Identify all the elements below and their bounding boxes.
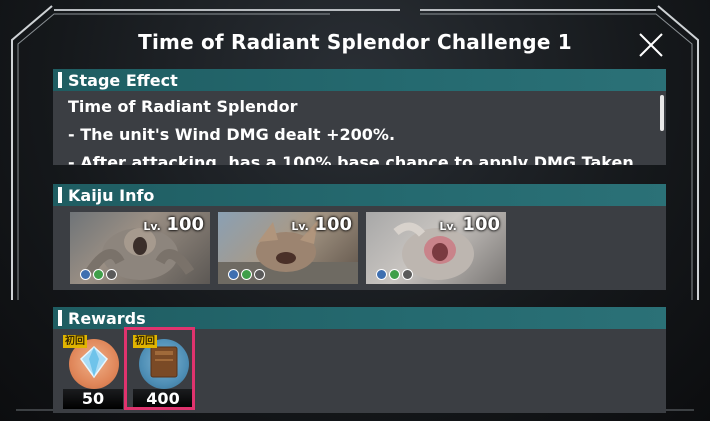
trait-icon (80, 269, 91, 280)
trait-icons (376, 269, 413, 280)
trait-icon (402, 269, 413, 280)
close-button[interactable] (636, 30, 666, 60)
kaiju-info-heading: Kaiju Info (68, 185, 155, 205)
trait-icon (389, 269, 400, 280)
effect-line: - After attacking, has a 100% base chanc… (68, 153, 634, 165)
stage-effect-section: Stage Effect Time of Radiant Splendor - … (53, 69, 666, 165)
trait-icon (376, 269, 387, 280)
stage-effect-heading: Stage Effect (68, 70, 178, 90)
trait-icon (241, 269, 252, 280)
trait-icons (80, 269, 117, 280)
scrollbar-thumb[interactable] (660, 95, 664, 131)
kaiju-level: Lv. 100 (439, 214, 500, 235)
header-bar-marker (58, 310, 62, 326)
trait-icon (228, 269, 239, 280)
header-bar-marker (58, 187, 62, 203)
kaiju-level: Lv. 100 (291, 214, 352, 235)
close-icon (639, 33, 663, 57)
dialog-title: Time of Radiant Splendor Challenge 1 (138, 30, 572, 54)
trait-icon (106, 269, 117, 280)
stage-effect-text-area[interactable]: Time of Radiant Splendor - The unit's Wi… (53, 91, 666, 165)
kaiju-info-section: Kaiju Info Lv. 100 Lv. 100 Lv. 100 (53, 184, 666, 290)
rewards-header: Rewards (53, 307, 666, 329)
effect-line: - The unit's Wind DMG dealt +200%. (68, 125, 396, 144)
book-icon (150, 346, 178, 378)
kaiju-list: Lv. 100 Lv. 100 Lv. 100 (53, 206, 666, 290)
stage-effect-header: Stage Effect (53, 69, 666, 91)
reward-count: 50 (63, 389, 123, 409)
trait-icon (93, 269, 104, 280)
kaiju-info-header: Kaiju Info (53, 184, 666, 206)
first-clear-tag: 初回 (133, 335, 157, 348)
kaiju-card[interactable]: Lv. 100 (218, 212, 358, 284)
kaiju-card[interactable]: Lv. 100 (366, 212, 506, 284)
first-clear-tag: 初回 (63, 335, 87, 348)
rewards-list: 初回 50 初回 400 (53, 329, 666, 413)
reward-item[interactable]: 初回 400 (133, 335, 193, 409)
rewards-heading: Rewards (68, 308, 146, 328)
trait-icon (254, 269, 265, 280)
rewards-section: Rewards 初回 50 初回 400 (53, 307, 666, 413)
reward-item[interactable]: 初回 50 (63, 335, 123, 409)
header-bar-marker (58, 72, 62, 88)
kaiju-level: Lv. 100 (143, 214, 204, 235)
kaiju-card[interactable]: Lv. 100 (70, 212, 210, 284)
crystal-icon (80, 345, 108, 379)
trait-icons (228, 269, 265, 280)
reward-count: 400 (133, 389, 193, 409)
effect-line: Time of Radiant Splendor (68, 97, 298, 116)
